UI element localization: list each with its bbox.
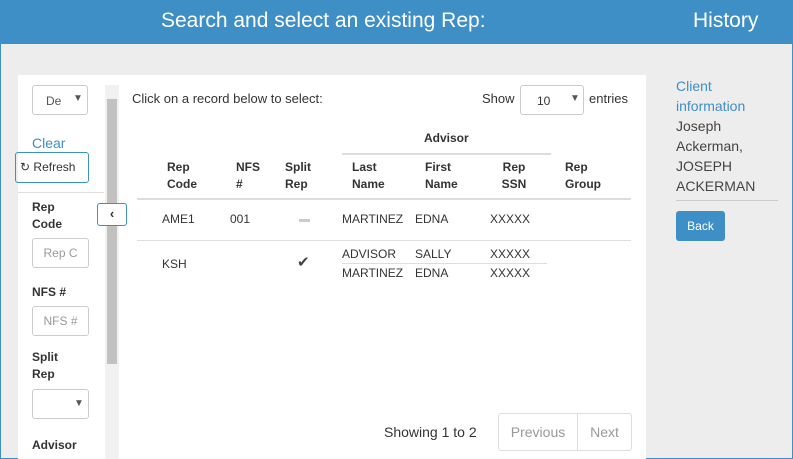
col-rep-ssn[interactable]: Rep SSN — [499, 159, 529, 193]
client-info-link[interactable]: Client information — [676, 76, 766, 116]
header-bar: Search and select an existing Rep: Histo… — [1, 0, 793, 44]
split-rep-select[interactable]: ▼ — [32, 389, 89, 419]
filter-mode-select[interactable]: De ▼ — [32, 85, 88, 115]
table-row[interactable]: AME1 001 MARTINEZ EDNA XXXXX — [137, 200, 631, 240]
table-row[interactable]: KSH ✔ ADVISOR SALLY XXXXX MARTINEZ EDNA … — [137, 241, 631, 281]
history-title: History — [693, 9, 759, 32]
instruction-text: Click on a record below to select: — [132, 91, 323, 106]
previous-button[interactable]: Previous — [499, 414, 578, 450]
dropdown-arrow-icon: ▼ — [570, 93, 580, 104]
col-rep-code[interactable]: Rep Code — [167, 159, 207, 193]
col-last-name[interactable]: Last Name — [352, 159, 392, 193]
page-title: Search and select an existing Rep: — [161, 9, 486, 32]
nfs-input[interactable]: NFS # — [32, 306, 89, 336]
col-split-rep[interactable]: Split Rep — [285, 159, 315, 193]
chevron-left-icon: ‹ — [109, 206, 115, 221]
next-button[interactable]: Next — [578, 414, 631, 450]
col-first-name[interactable]: First Name — [425, 159, 465, 193]
nfs-label: NFS # — [32, 285, 67, 299]
scrollbar-thumb[interactable] — [107, 99, 117, 364]
collapse-filters-button[interactable]: ‹ — [97, 203, 127, 226]
back-button[interactable]: Back — [676, 211, 725, 241]
dropdown-arrow-icon: ▼ — [73, 93, 83, 104]
filter-scrollbar[interactable] — [105, 85, 119, 459]
client-name: Joseph Ackerman, JOSEPH ACKERMAN — [676, 118, 756, 194]
rep-code-input[interactable]: Rep C — [32, 238, 89, 268]
refresh-button[interactable]: ↻ Refresh — [15, 152, 89, 183]
showing-info: Showing 1 to 2 — [384, 424, 477, 440]
refresh-icon: ↻ — [20, 160, 31, 174]
minus-icon — [299, 219, 310, 222]
search-panel: De ▼ Clear ↻ Refresh Rep Code Rep C NFS … — [15, 75, 646, 459]
clear-link[interactable]: Clear — [32, 135, 65, 151]
advisor-label: Advisor — [32, 438, 77, 452]
entries-select[interactable]: 10 ▼ — [520, 85, 584, 115]
split-rep-label: Split Rep — [32, 350, 58, 381]
advisor-group-header: Advisor — [424, 131, 469, 145]
checkmark-icon: ✔ — [297, 254, 310, 271]
col-rep-group[interactable]: Rep Group — [565, 159, 605, 193]
col-nfs[interactable]: NFS # — [236, 159, 266, 193]
rep-code-label: Rep Code — [32, 200, 62, 231]
dropdown-arrow-icon: ▼ — [74, 398, 84, 409]
